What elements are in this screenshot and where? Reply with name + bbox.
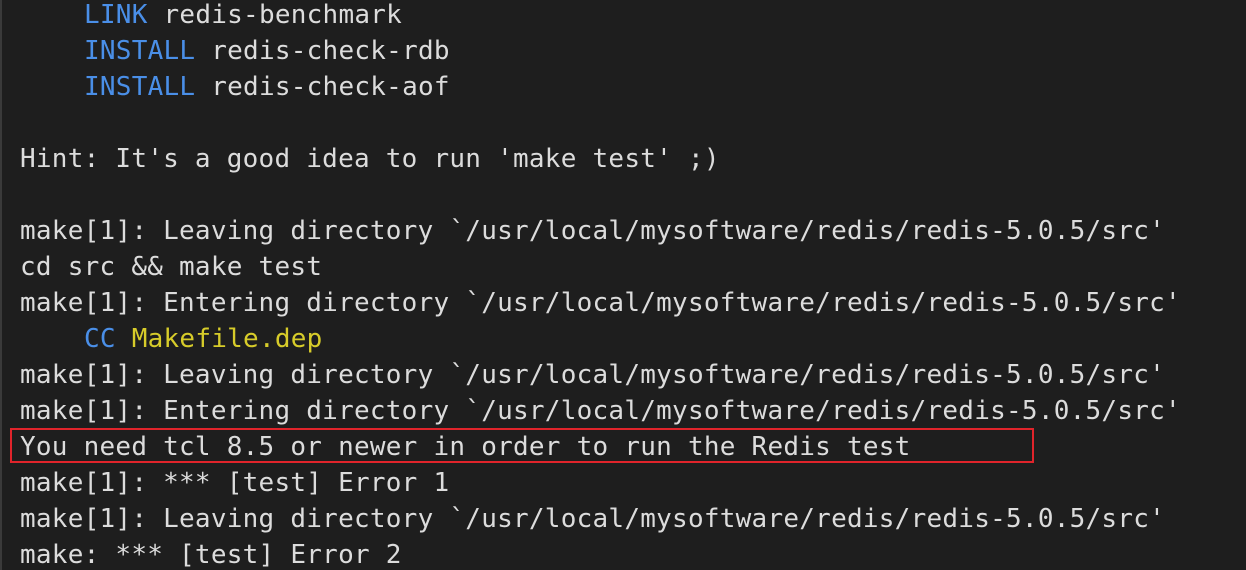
error-highlight-box [10,428,1034,463]
build-step-target: redis-check-aof [195,72,450,102]
build-line-link: LINK redis-benchmark [20,0,402,33]
output-line: make[1]: Leaving directory `/usr/local/m… [20,216,1166,246]
build-step-keyword: LINK [84,0,148,30]
build-step-keyword: INSTALL [84,36,196,66]
command-line: cd src && make test [20,252,323,282]
output-line: make[1]: Entering directory `/usr/local/… [20,396,1181,426]
build-step-target: redis-check-rdb [195,36,450,66]
build-step-target: Makefile.dep [131,324,323,354]
build-line-install-aof: INSTALL redis-check-aof [20,69,450,105]
terminal-window[interactable]: LINK redis-benchmark INSTALL redis-check… [0,0,1246,570]
build-line-cc: CC Makefile.dep [20,321,323,357]
build-step-keyword: CC [84,324,116,354]
output-line: make[1]: Entering directory `/usr/local/… [20,288,1181,318]
output-line: make: *** [test] Error 2 [20,540,402,570]
build-line-install-rdb: INSTALL redis-check-rdb [20,33,450,69]
build-step-keyword: INSTALL [84,72,196,102]
output-line: make[1]: Leaving directory `/usr/local/m… [20,504,1166,534]
build-step-spacer [116,324,132,354]
build-step-target: redis-benchmark [147,0,403,30]
output-line: make[1]: Leaving directory `/usr/local/m… [20,360,1166,390]
output-line: make[1]: *** [test] Error 1 [20,468,450,498]
hint-line: Hint: It's a good idea to run 'make test… [20,144,720,174]
